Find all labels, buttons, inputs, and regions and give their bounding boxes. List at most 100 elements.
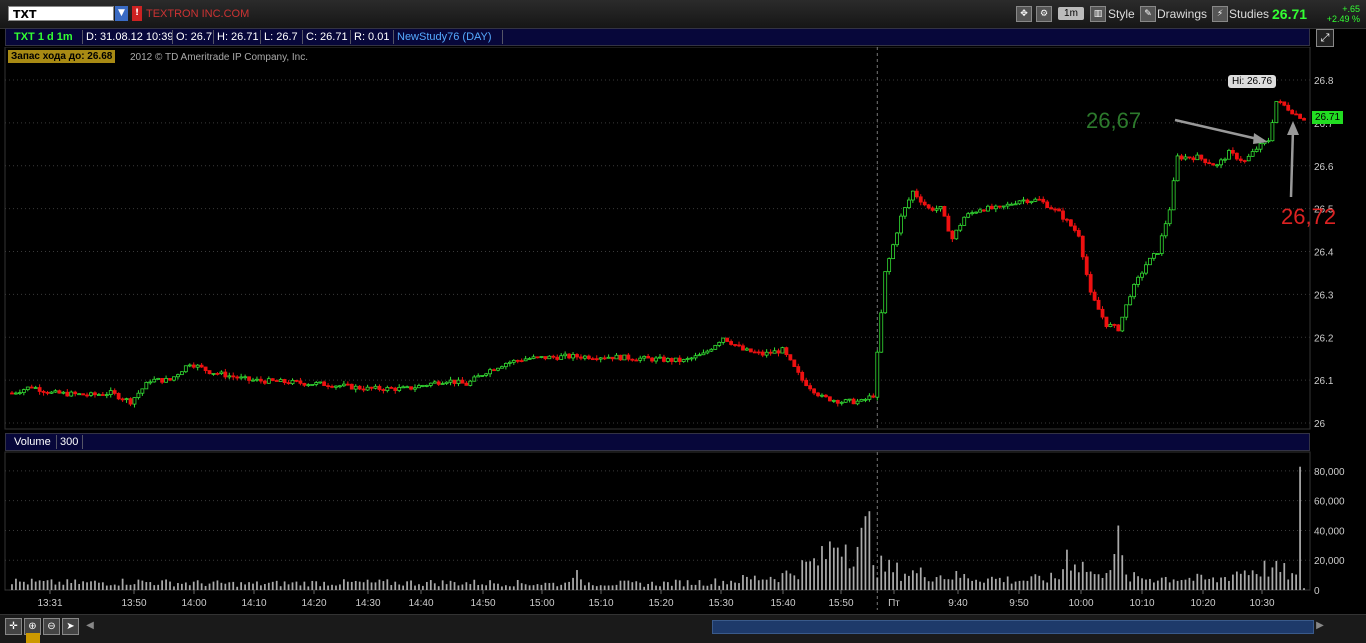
candle-body [1037, 198, 1042, 201]
price-tick-label: 26.1 [1314, 376, 1334, 387]
volume-bar [1156, 580, 1159, 590]
volume-bar [1259, 576, 1262, 590]
volume-bar [1010, 583, 1013, 590]
volume-bar [670, 585, 673, 590]
volume-bar [1216, 582, 1218, 590]
volume-bar [580, 579, 582, 590]
volume-bar [682, 586, 685, 590]
volume-bar [1247, 575, 1250, 590]
candle-body [847, 398, 852, 401]
candle-body [942, 206, 947, 217]
style-icon[interactable]: ▥ [1090, 6, 1106, 22]
crosshair-toggle-icon[interactable]: ✛ [5, 618, 22, 635]
candle-body [1183, 156, 1188, 160]
volume-bar [1208, 578, 1211, 590]
candle-body [89, 392, 93, 396]
candle-body [100, 394, 105, 396]
volume-bar [208, 583, 211, 590]
wrench-icon[interactable]: ⚙ [1036, 6, 1052, 22]
candle-body [235, 376, 240, 379]
volume-bar [457, 585, 460, 590]
alert-flag-icon[interactable]: ! [132, 6, 142, 21]
volume-bar [137, 579, 140, 590]
candle-body [1092, 291, 1097, 301]
candle-body [152, 378, 157, 383]
candle-body [160, 378, 165, 383]
volume-bar [303, 581, 306, 590]
volume-bar [58, 581, 61, 590]
info-symbol-period[interactable]: TXT 1 d 1m [14, 31, 73, 43]
volume-bar [34, 581, 37, 590]
volume-bar [635, 581, 638, 590]
volume-bar [339, 584, 341, 590]
price-chart[interactable]: 2626.126.226.326.426.526.626.726.8 [0, 47, 1366, 433]
pointer-icon[interactable]: ➤ [62, 618, 79, 635]
volume-chart[interactable]: 0 20,000 40,000 60,000 80,000 13:31 13:50 14:00… [0, 433, 1366, 614]
volume-bar [418, 584, 420, 590]
drawings-icon[interactable]: ✎ [1140, 6, 1156, 22]
symbol-input[interactable]: TXT [8, 6, 114, 21]
volume-bar [101, 582, 104, 590]
candle-body [1065, 218, 1069, 221]
candle-body [701, 352, 706, 356]
candle-body [65, 391, 70, 397]
candle-body [377, 385, 382, 390]
zoom-out-icon[interactable]: ⊖ [43, 618, 60, 635]
scroll-right-icon[interactable]: ▶ [1314, 619, 1326, 633]
volume-bar [1153, 582, 1155, 590]
chart-settings-icon[interactable]: ⤢ [1316, 29, 1334, 47]
style-button[interactable]: Style [1108, 6, 1135, 22]
annotation-green: 26,67 [1086, 108, 1142, 133]
candle-body [1234, 152, 1239, 160]
volume-bar [307, 586, 310, 590]
volume-bar [157, 584, 160, 590]
candle-body [622, 354, 627, 361]
volume-bar [690, 584, 693, 590]
symbol-dropdown-icon[interactable]: ▼ [115, 6, 128, 21]
candle-body [1171, 180, 1176, 211]
candle-body [302, 382, 307, 386]
candle-body [1033, 198, 1038, 202]
crosshair-icon[interactable]: ✥ [1016, 6, 1032, 22]
scroll-left-icon[interactable]: ◀ [84, 619, 96, 633]
volume-bar [1129, 581, 1132, 590]
candle-body [10, 392, 14, 395]
volume-bar [516, 580, 519, 590]
volume-bar [603, 585, 606, 590]
candle-body [962, 216, 967, 226]
volume-bar [232, 581, 235, 590]
volume-bar [177, 583, 179, 590]
volume-bar [591, 585, 594, 590]
volume-bar [236, 586, 239, 590]
volume-bar [1232, 574, 1234, 590]
candle-body [1112, 324, 1117, 326]
volume-bar [54, 584, 57, 590]
studies-icon[interactable]: ⚡ [1212, 6, 1228, 22]
volume-bar [204, 585, 207, 590]
timeframe-button[interactable]: 1m [1058, 7, 1084, 20]
candle-body [73, 391, 78, 395]
info-study[interactable]: NewStudy76 (DAY) [397, 31, 492, 43]
candle-body [1278, 101, 1283, 103]
volume-bar [26, 584, 29, 590]
volume-bar [1200, 574, 1203, 590]
candle-body [1041, 198, 1046, 203]
candle-body [172, 376, 176, 381]
volume-bar [1251, 570, 1254, 590]
volume-bar [793, 575, 796, 590]
horizontal-scrollbar[interactable] [712, 620, 1314, 634]
candle-body [389, 387, 394, 389]
candle-body [203, 366, 208, 371]
volume-bar [319, 586, 322, 590]
info-range: R: 0.01 [354, 31, 390, 43]
volume-bar [1180, 580, 1183, 590]
volume-bar [979, 581, 981, 590]
volume-bar [1105, 573, 1108, 590]
volume-bar [1109, 570, 1112, 590]
studies-button[interactable]: Studies [1229, 6, 1269, 22]
candle-body [468, 380, 473, 386]
drawings-button[interactable]: Drawings [1157, 6, 1207, 22]
volume-bar [422, 585, 424, 590]
info-low: L: 26.7 [264, 31, 298, 43]
candle-body [14, 392, 18, 395]
